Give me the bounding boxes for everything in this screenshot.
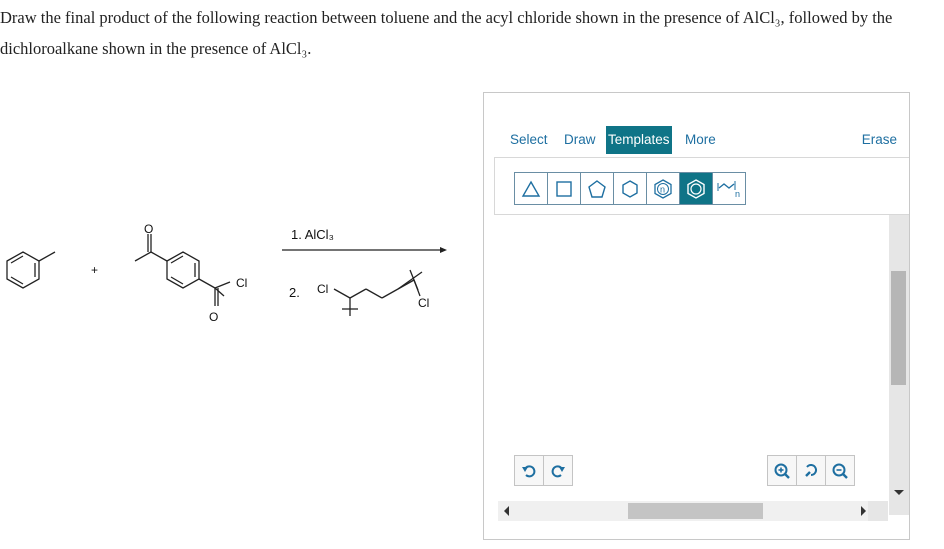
cyclobutane-template[interactable]: [547, 172, 581, 205]
vertical-scroll-thumb[interactable]: [891, 271, 906, 385]
dichloroalkane-structure: [333, 269, 423, 316]
menu-more[interactable]: More: [683, 126, 718, 154]
ring-n-icon: n: [654, 178, 672, 199]
question-text: Draw the final product of the following …: [0, 8, 893, 58]
horizontal-scrollbar[interactable]: [498, 501, 888, 521]
zoom-reset-button[interactable]: [796, 455, 826, 486]
cyclohexane-template[interactable]: [613, 172, 647, 205]
zoom-out-button[interactable]: [825, 455, 855, 486]
undo-button[interactable]: [514, 455, 544, 486]
template-n-label: n: [660, 184, 665, 194]
redo-icon: [551, 464, 565, 477]
benzene-icon: [687, 178, 705, 199]
scroll-left-arrow-icon[interactable]: [504, 506, 509, 516]
acyl-chloride-structure: [134, 234, 231, 306]
plus-sign: +: [91, 263, 98, 277]
template-toolbar: n n: [494, 157, 909, 215]
alkane-chlorine-left: Cl: [317, 282, 328, 296]
erase-button[interactable]: Erase: [860, 126, 899, 154]
cyclopentane-template[interactable]: [580, 172, 614, 205]
zoom-out-icon: [832, 463, 848, 479]
menu-select[interactable]: Select: [508, 126, 550, 154]
template-palette: n n: [514, 172, 746, 205]
triangle-icon: [521, 180, 541, 197]
reagent-step-1: 1. AlCl₃: [291, 227, 334, 242]
scroll-down-arrow-icon[interactable]: [894, 490, 904, 495]
reaction-scheme: + O Cl O 1. AlCl₃ 2. Cl Cl: [6, 222, 447, 324]
repeat-unit-icon: n: [717, 180, 740, 199]
benzene-template[interactable]: [679, 172, 713, 205]
menu-draw[interactable]: Draw: [562, 126, 598, 154]
zoom-in-button[interactable]: [767, 455, 797, 486]
zoom-in-icon: [774, 463, 790, 479]
zoom-reset-icon: [805, 463, 817, 477]
cyclopropane-template[interactable]: [514, 172, 548, 205]
repeat-unit-template[interactable]: n: [712, 172, 746, 205]
structure-editor: Select Draw Templates More Erase n n: [483, 92, 910, 540]
zoom-controls: [767, 455, 855, 486]
menu-templates[interactable]: Templates: [606, 126, 672, 154]
scroll-right-arrow-icon[interactable]: [861, 506, 866, 516]
chain-n-template[interactable]: n: [646, 172, 680, 205]
undo-icon: [522, 464, 536, 477]
pentagon-icon: [588, 179, 606, 198]
horizontal-scroll-thumb[interactable]: [628, 503, 763, 519]
acyl-chlorine-label: Cl: [236, 276, 247, 290]
hexagon-icon: [622, 179, 638, 198]
history-controls: [514, 455, 573, 486]
scrollbar-corner: [868, 501, 888, 521]
repeat-n-label: n: [735, 189, 740, 199]
editor-menubar: Select Draw Templates More Erase: [494, 126, 899, 154]
carbonyl-oxygen-bottom: O: [209, 310, 218, 324]
redo-button[interactable]: [543, 455, 573, 486]
toluene-structure: [6, 251, 56, 289]
alkane-chlorine-right: Cl: [418, 296, 429, 310]
square-icon: [556, 180, 572, 197]
reagent-step-2: 2.: [289, 285, 300, 300]
carbonyl-oxygen-top: O: [144, 222, 153, 236]
vertical-scrollbar[interactable]: [889, 215, 909, 515]
